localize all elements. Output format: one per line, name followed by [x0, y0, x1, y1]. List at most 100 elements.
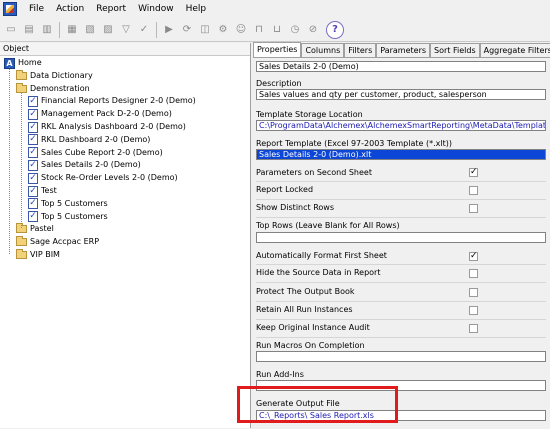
report-icon: ✓	[28, 95, 38, 107]
tree-item-label: RKL Dashboard 2-0 (Demo)	[41, 134, 151, 144]
tab-properties[interactable]: Properties	[253, 42, 302, 57]
menu-file[interactable]: File	[23, 4, 50, 14]
settings-icon[interactable]: ⚙	[215, 22, 231, 38]
folder-icon	[16, 69, 27, 80]
help-icon[interactable]: ?	[326, 20, 344, 39]
tree-item-report[interactable]: ✓ Top 5 Customers	[28, 198, 108, 210]
tree-item-report[interactable]: ✓ Stock Re-Order Levels 2-0 (Demo)	[28, 172, 178, 184]
tree-item-label: Sage Accpac ERP	[30, 237, 100, 247]
filter-icon[interactable]: ▽	[118, 22, 134, 38]
tree-item-label: Sales Details 2-0 (Demo)	[41, 160, 141, 170]
row-divider	[256, 282, 546, 283]
tree-item-folder[interactable]: VIP BIM	[16, 249, 60, 261]
report-icon: ✓	[28, 211, 38, 223]
tab-parameters[interactable]: Parameters	[376, 43, 431, 57]
lock-icon[interactable]: ⊓	[251, 22, 267, 38]
tree-item-label: Test	[41, 186, 57, 195]
menu-help[interactable]: Help	[180, 4, 213, 14]
folder-icon	[16, 249, 27, 259]
tab-columns[interactable]: Columns	[301, 43, 345, 57]
show-distinct-checkbox[interactable]	[469, 204, 478, 213]
params-second-sheet-checkbox[interactable]: ✓	[469, 168, 478, 177]
params-second-sheet-label: Parameters on Second Sheet	[256, 168, 372, 177]
app-icon	[3, 2, 17, 16]
toolbar: ▭ ▤ ▥ ▦ ▧ ▨ ▽ ✓ ▶ ⟳ ◫ ⚙ ☺ ⊓ ⊔ ◷ ⊘ ?	[0, 18, 550, 42]
auto-format-checkbox[interactable]: ✓	[469, 252, 478, 261]
tree-item-report[interactable]: ✓ Test	[28, 185, 57, 197]
tree-item-label: Data Dictionary	[30, 70, 93, 80]
run-macros-field[interactable]	[256, 351, 546, 362]
cancel-icon[interactable]: ⊘	[305, 22, 321, 38]
refresh-icon[interactable]: ⟳	[179, 22, 195, 38]
report-icon: ✓	[28, 108, 38, 120]
tree-column-header[interactable]: Object	[0, 43, 250, 56]
menu-report[interactable]: Report	[90, 4, 132, 14]
tree-item-label: Home	[18, 58, 42, 67]
tree-item-report[interactable]: ✓ Sales Details 2-0 (Demo)	[28, 159, 141, 171]
folder-icon	[16, 236, 27, 247]
storage-location-label: Template Storage Location	[256, 110, 363, 119]
tree-item-label: Demonstration	[30, 83, 90, 93]
tree-item-report[interactable]: ✓ Sales Cube Report 2-0 (Demo)	[28, 147, 163, 159]
report-icon: ✓	[28, 172, 38, 184]
protect-output-label: Protect The Output Book	[256, 287, 355, 296]
tree-item-folder[interactable]: Sage Accpac ERP	[16, 236, 99, 248]
print-icon[interactable]: ▨	[100, 22, 116, 38]
properties-panel: Properties Columns Filters Parameters So…	[253, 42, 550, 429]
report-template-label: Report Template (Excel 97-2003 Template …	[256, 139, 452, 148]
tree-item-report[interactable]: ✓ Top 5 Customers	[28, 211, 108, 223]
run-addins-label: Run Add-Ins	[256, 370, 304, 379]
report-icon: ✓	[28, 185, 38, 197]
keep-audit-label: Keep Original Instance Audit	[256, 323, 370, 332]
tree-connector-line	[21, 92, 22, 229]
tree-item-folder[interactable]: Data Dictionary	[16, 69, 93, 82]
stop-icon[interactable]: ◫	[197, 22, 213, 38]
menubar: File Action Report Window Help	[0, 0, 550, 19]
protect-output-checkbox[interactable]	[469, 288, 478, 297]
report-icon: ✓	[28, 147, 38, 159]
report-locked-checkbox[interactable]	[469, 186, 478, 195]
edit-icon[interactable]: ▦	[64, 22, 80, 38]
tab-filters[interactable]: Filters	[344, 43, 377, 57]
menu-action[interactable]: Action	[50, 4, 90, 14]
tab-aggregate-filters[interactable]: Aggregate Filters	[479, 43, 550, 57]
description-field[interactable]: Sales values and qty per customer, produ…	[256, 89, 546, 100]
toolbar-separator	[156, 21, 157, 38]
tree-item-report[interactable]: ✓ RKL Dashboard 2-0 (Demo)	[28, 134, 150, 146]
tree-item-report[interactable]: ✓ Financial Reports Designer 2-0 (Demo)	[28, 95, 196, 107]
show-distinct-label: Show Distinct Rows	[256, 203, 334, 212]
report-icon: ✓	[28, 121, 38, 133]
new-report-icon[interactable]: ▭	[3, 22, 19, 38]
tree-item-label: RKL Analysis Dashboard 2-0 (Demo)	[41, 122, 186, 131]
tree-item-folder[interactable]: Demonstration	[16, 82, 90, 95]
person-icon[interactable]: ☺	[233, 22, 249, 38]
tree-item-report[interactable]: ✓ RKL Analysis Dashboard 2-0 (Demo)	[28, 121, 186, 133]
copy-icon[interactable]: ▥	[39, 22, 55, 38]
run-macros-label: Run Macros On Completion	[256, 341, 365, 350]
tab-sort-fields[interactable]: Sort Fields	[430, 43, 480, 57]
tree-item-label: Top 5 Customers	[41, 198, 108, 208]
retain-instances-label: Retain All Run Instances	[256, 305, 353, 314]
menu-window[interactable]: Window	[132, 4, 180, 14]
report-icon: ✓	[28, 159, 38, 171]
open-icon[interactable]: ▧	[82, 22, 98, 38]
check-icon[interactable]: ✓	[136, 22, 152, 38]
storage-location-field[interactable]: C:\ProgramData\Alchemex\AlchemexSmartRep…	[256, 120, 546, 131]
top-rows-field[interactable]	[256, 232, 546, 243]
folder-icon	[16, 82, 27, 93]
run-icon[interactable]: ▶	[161, 22, 177, 38]
lock-open-icon[interactable]: ⊔	[269, 22, 285, 38]
tree-item-report[interactable]: ✓ Management Pack D-2-0 (Demo)	[28, 108, 172, 120]
delete-icon[interactable]: ▤	[21, 22, 37, 38]
retain-instances-checkbox[interactable]	[469, 306, 478, 315]
tree-item-label: VIP BIM	[30, 250, 60, 259]
hide-source-checkbox[interactable]	[469, 269, 478, 278]
schedule-icon[interactable]: ◷	[287, 22, 303, 38]
keep-audit-checkbox[interactable]	[469, 324, 478, 333]
report-template-field[interactable]: Sales Details 2-0 (Demo).xlt	[256, 149, 546, 160]
object-tree-panel: Object A Home Data Dictionary Demonstration…	[0, 43, 251, 428]
row-divider	[256, 301, 546, 302]
report-name-field[interactable]: Sales Details 2-0 (Demo)	[256, 61, 546, 72]
properties-body: Sales Details 2-0 (Demo) Description Sal…	[253, 57, 550, 429]
tree-item-label: Pastel	[30, 224, 54, 234]
